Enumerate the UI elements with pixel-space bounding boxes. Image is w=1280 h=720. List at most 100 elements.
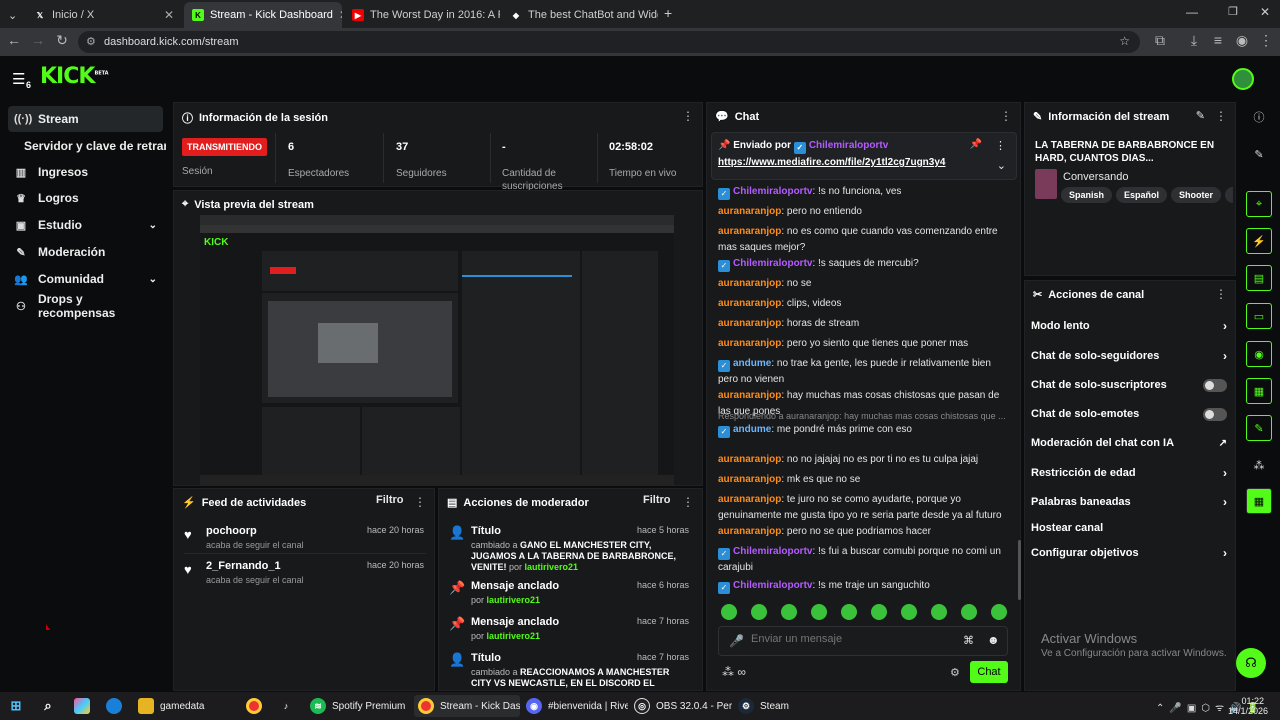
address-bar[interactable]: ⚙ dashboard.kick.com/stream ☆ (78, 31, 1140, 53)
tab-youtube[interactable]: ▶ The Worst Day in 2016: A Playli ✕ (344, 2, 500, 28)
window-close-button[interactable]: ✕ (1260, 5, 1270, 19)
points-icon[interactable]: ⁂ ∞ (722, 665, 746, 679)
taskbar-item-spotify[interactable]: ≋ Spotify Premium (310, 695, 408, 717)
download-icon[interactable]: ⤓ (1184, 32, 1204, 49)
start-button[interactable]: ⊞ (8, 695, 24, 717)
more-options-icon[interactable]: ⋮ (995, 139, 1006, 152)
sidebar-item-logros[interactable]: ♛ Logros (8, 185, 163, 211)
support-button[interactable]: ☊ (1236, 648, 1266, 678)
emote-icon[interactable] (751, 604, 767, 620)
chat-username[interactable]: auranaranjop (718, 454, 781, 465)
sidebar-item-drops[interactable]: ⚇ Drops y recompensas (8, 292, 163, 320)
toggle-switch[interactable] (1203, 378, 1227, 392)
chat-username[interactable]: auranaranjop (718, 206, 781, 217)
microphone-icon[interactable]: 🎤 (729, 634, 744, 648)
emote-icon[interactable] (721, 604, 737, 620)
taskbar-item-gamedata[interactable]: gamedata (138, 695, 228, 717)
taskbar-item-steam[interactable]: ⚙ Steam (738, 695, 798, 717)
feed-filter-button[interactable]: Filtro (376, 494, 404, 506)
pinned-link[interactable]: https://www.mediafire.com/file/2y1tl2cg7… (718, 157, 945, 168)
pencil-icon[interactable]: ✎ (1246, 141, 1272, 167)
emoji-icon[interactable]: ☻ (987, 633, 1000, 647)
chat-scrollbar[interactable] (1018, 540, 1021, 600)
chat-username[interactable]: Chilemiraloportv (733, 258, 812, 269)
minimize-button[interactable]: — (1186, 5, 1198, 19)
chat-username[interactable]: auranaranjop (718, 474, 781, 485)
emote-icon[interactable] (811, 604, 827, 620)
more-options-icon[interactable]: ⋮ (1215, 287, 1227, 301)
kick-logo[interactable]: KICKBETA (40, 64, 109, 89)
more-options-icon[interactable]: ⋮ (1215, 109, 1227, 123)
channel-action-item[interactable]: Hostear canal (1031, 518, 1227, 538)
chat-username[interactable]: auranaranjop (718, 338, 781, 349)
chat-username[interactable]: auranaranjop (718, 318, 781, 329)
more-options-icon[interactable]: ⋮ (414, 495, 426, 509)
menu-icon[interactable]: ⋮ (1256, 32, 1276, 49)
mod-filter-button[interactable]: Filtro (643, 494, 671, 506)
chat-username[interactable]: auranaranjop (718, 526, 781, 537)
maximize-button[interactable]: ❐ (1228, 5, 1238, 18)
channel-action-item[interactable]: Chat de solo-seguidores › (1031, 346, 1227, 366)
sidebar-item-moderacion[interactable]: ✎ Moderación (8, 239, 163, 265)
media-icon[interactable]: ≡ (1208, 32, 1228, 48)
channel-action-item[interactable]: Moderación del chat con IA ↗ (1031, 433, 1227, 453)
chat-username[interactable]: andume (733, 424, 771, 435)
more-options-icon[interactable]: ⋮ (1000, 109, 1012, 123)
sidebar-item-stream[interactable]: ((·)) Stream (8, 106, 163, 132)
bookmark-star-icon[interactable]: ☆ (1119, 34, 1130, 48)
chat-input[interactable] (751, 633, 951, 645)
close-icon[interactable]: ✕ (339, 8, 342, 22)
sidebar-item-ingresos[interactable]: ▥ Ingresos (8, 159, 163, 185)
emote-icon[interactable] (871, 604, 887, 620)
reload-button[interactable]: ↻ (52, 32, 72, 49)
stream-preview-video[interactable]: KICK (200, 215, 674, 485)
chat-username[interactable]: auranaranjop (718, 226, 781, 237)
tab-list-button[interactable]: ⌄ (4, 2, 24, 28)
tab-inicio-x[interactable]: 𝕏 Inicio / X ✕ (26, 2, 182, 28)
channel-action-item[interactable]: Configurar objetivos › (1031, 543, 1227, 563)
bolt-icon[interactable]: ⚡ (1246, 228, 1272, 254)
chat-username[interactable]: auranaranjop (718, 298, 781, 309)
edit-icon[interactable]: ✎ (1196, 109, 1205, 122)
more-options-icon[interactable]: ⋮ (682, 495, 694, 509)
sidebar-item-comunidad[interactable]: 👥 Comunidad ⌄ (8, 266, 163, 292)
channel-action-item[interactable]: Palabras baneadas › (1031, 492, 1227, 512)
taskbar-item-obs[interactable]: ◎ OBS 32.0.4 - Perfil:... (634, 695, 732, 717)
channel-action-item[interactable]: Restricción de edad › (1031, 463, 1227, 483)
chat-bubble-icon[interactable]: ▭ (1246, 303, 1272, 329)
chevron-down-icon[interactable]: ⌄ (997, 159, 1006, 172)
taskbar-item-discord[interactable]: ◉ #bienvenida | Riveri... (526, 695, 628, 717)
user-edit-icon[interactable]: ▦ (1246, 378, 1272, 404)
forward-button[interactable]: → (28, 32, 48, 48)
hamburger-menu-icon[interactable]: ☰ (12, 70, 25, 88)
chrome-button[interactable] (246, 695, 262, 717)
emote-icon[interactable] (901, 604, 917, 620)
sidebar-item-estudio[interactable]: ▣ Estudio ⌄ (8, 212, 163, 238)
chat-username[interactable]: auranaranjop (718, 494, 781, 505)
new-tab-button[interactable]: + (664, 5, 672, 21)
chat-settings-icon[interactable]: ⚙ (950, 666, 960, 679)
more-options-icon[interactable]: ⋮ (682, 109, 694, 123)
chat-username[interactable]: Chilemiraloportv (733, 186, 812, 197)
clock[interactable]: 01:22 14/1/2026 (1228, 696, 1268, 716)
chat-username[interactable]: Chilemiraloportv (733, 580, 812, 591)
taskbar-item-kick[interactable]: Stream - Kick Dash... (414, 695, 520, 717)
avatar[interactable] (1232, 68, 1254, 90)
category-name[interactable]: Conversando (1063, 171, 1128, 183)
emote-icon[interactable] (781, 604, 797, 620)
channel-action-item[interactable]: Chat de solo-suscriptores (1031, 375, 1227, 395)
search-button[interactable]: ⌕ (40, 695, 56, 717)
info-icon[interactable]: ⓘ (1246, 104, 1272, 130)
channel-action-item[interactable]: Modo lento › (1031, 316, 1227, 336)
tiktok-button[interactable]: ♪ (278, 695, 294, 717)
points-icon[interactable]: ⁂ (1246, 452, 1272, 478)
document-icon[interactable]: ▤ (1246, 265, 1272, 291)
edge-button[interactable] (106, 695, 122, 717)
toggle-switch[interactable] (1203, 407, 1227, 421)
back-button[interactable]: ← (4, 32, 24, 48)
sidebar-item-server-key[interactable]: Servidor y clave de retransmisión (8, 133, 166, 159)
emote-icon[interactable] (991, 604, 1007, 620)
chat-username[interactable]: Chilemiraloportv (733, 546, 812, 557)
broadcast-icon[interactable]: ◉ (1246, 341, 1272, 367)
extensions-icon[interactable]: ⧉ (1150, 32, 1170, 49)
